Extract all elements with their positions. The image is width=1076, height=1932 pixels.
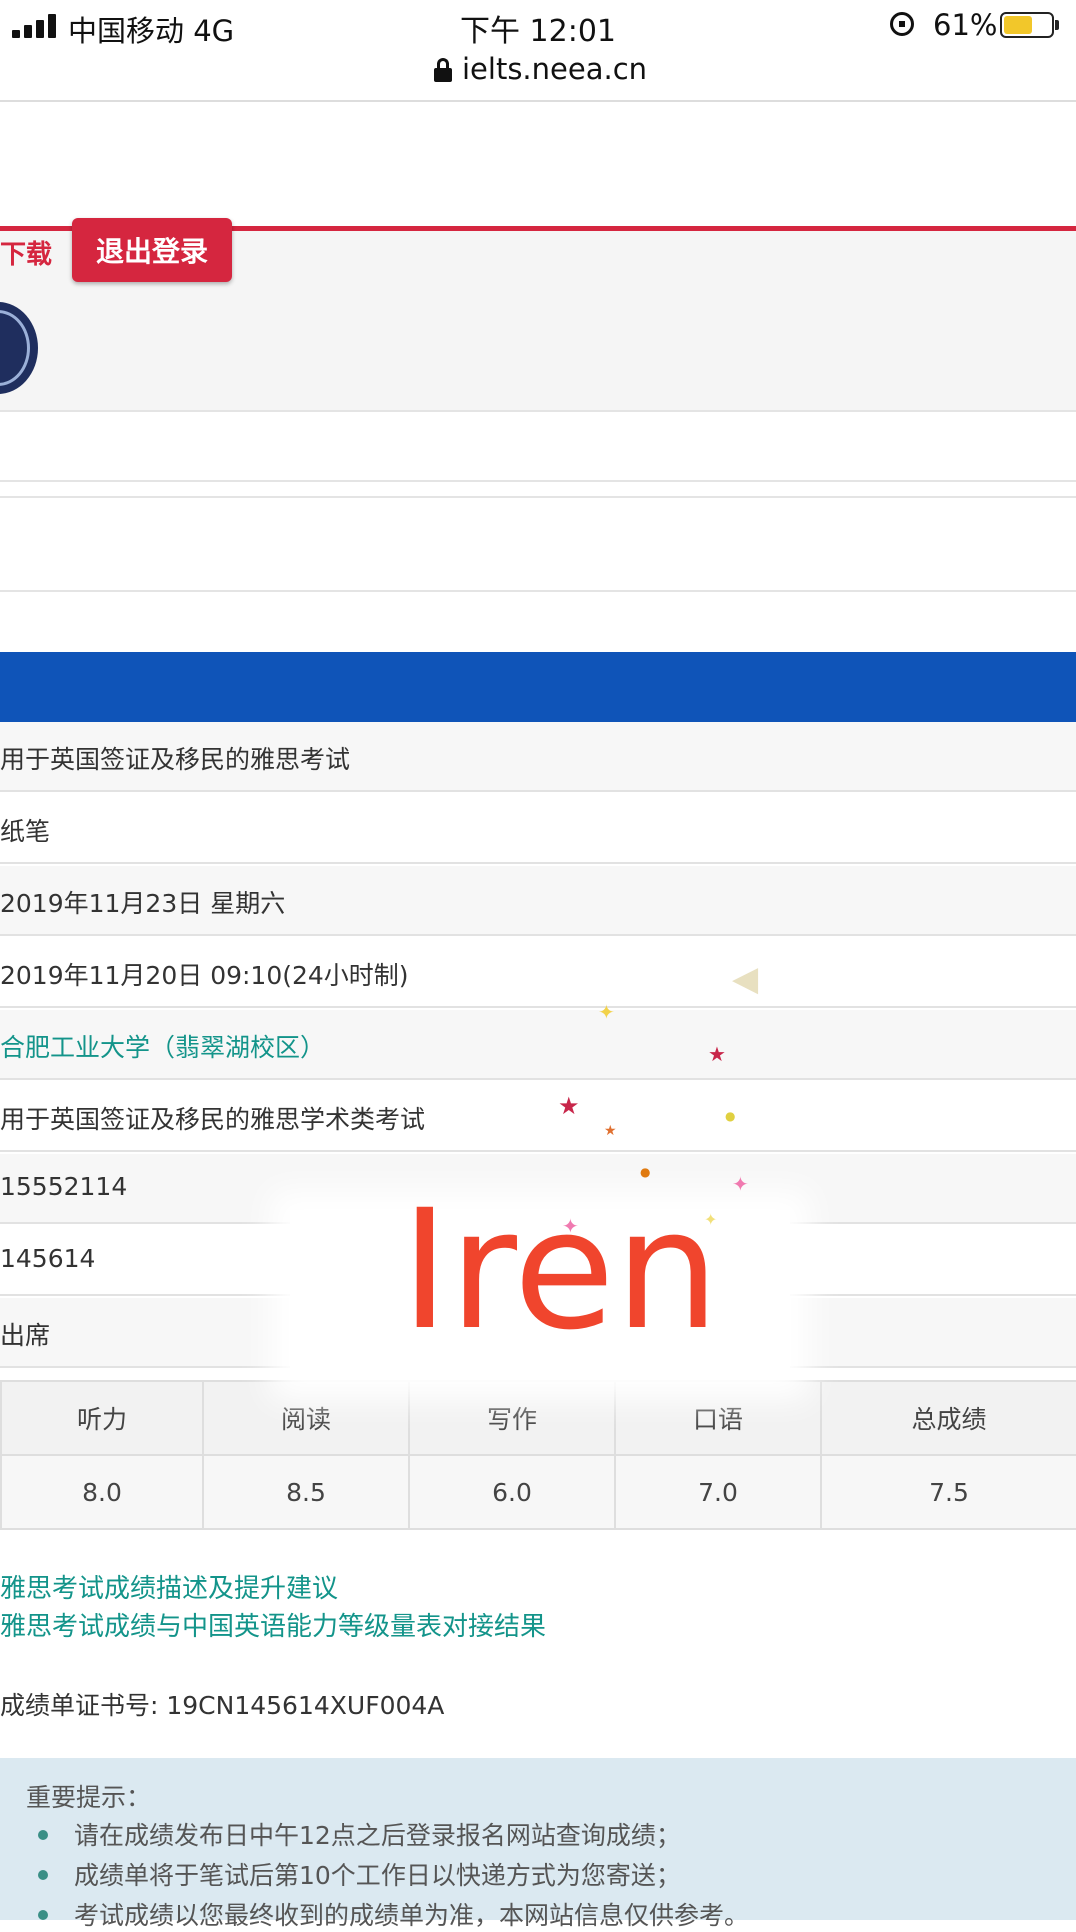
notice-title: 重要提示： (26, 1783, 152, 1812)
dot-icon: ● (725, 1109, 736, 1123)
score-header-writing: 写作 (408, 1380, 616, 1456)
battery-fill (1004, 16, 1032, 34)
score-speaking: 7.0 (614, 1454, 822, 1530)
overlay-watermark-text: Iren (400, 1174, 720, 1366)
score-description-link[interactable]: 雅思考试成绩描述及提升建议 (0, 1568, 338, 1605)
score-table: 听力 阅读 写作 口语 总成绩 8.0 8.5 6.0 7.0 7.5 (0, 1380, 1076, 1530)
info-value: 纸笔 (0, 817, 51, 846)
battery-percent: 61% (933, 8, 998, 42)
download-link[interactable]: 下载 (0, 234, 52, 271)
info-row-test-center: 合肥工业大学（翡翠湖校区） (0, 1010, 1076, 1080)
lock-icon (434, 58, 452, 82)
score-overall: 7.5 (820, 1454, 1076, 1530)
sparkle-icon: ◀ (732, 959, 759, 999)
section-header-band (0, 652, 1076, 722)
info-row-exam-mode: 纸笔 (0, 794, 1076, 864)
info-value: 出席 (0, 1321, 51, 1350)
notice-item: 请在成绩发布日中午12点之后登录报名网站查询成绩； (74, 1821, 681, 1850)
info-value: 145614 (0, 1244, 96, 1273)
rotation-lock-icon (890, 12, 914, 36)
certificate-number: 成绩单证书号: 19CN145614XUF004A (0, 1691, 445, 1720)
score-header-row: 听力 阅读 写作 口语 总成绩 (0, 1380, 1076, 1456)
info-row-speaking-time: 2019年11月20日 09:10(24小时制) (0, 938, 1076, 1008)
notice-item: 成绩单将于笔试后第10个工作日以快递方式为您寄送； (74, 1861, 681, 1890)
test-center-link[interactable]: 合肥工业大学（翡翠湖校区） (0, 1028, 325, 1064)
star-icon: ✦ (562, 1214, 579, 1238)
score-header-speaking: 口语 (614, 1380, 822, 1456)
info-value: 2019年11月23日 星期六 (0, 889, 286, 918)
star-icon: ✦ (732, 1172, 749, 1196)
battery-icon (1000, 12, 1054, 38)
score-header-listening: 听力 (0, 1380, 204, 1456)
score-listening: 8.0 (0, 1454, 204, 1530)
divider (0, 410, 1076, 412)
info-row-exam-date: 2019年11月23日 星期六 (0, 866, 1076, 936)
info-value: 2019年11月20日 09:10(24小时制) (0, 961, 409, 990)
info-row-exam-type: 用于英国签证及移民的雅思考试 (0, 722, 1076, 792)
score-writing: 6.0 (408, 1454, 616, 1530)
divider (0, 480, 1076, 482)
url-text[interactable]: ielts.neea.cn (462, 52, 647, 86)
divider (0, 496, 1076, 498)
address-bar-divider (0, 100, 1076, 102)
star-icon: ✦ (704, 1210, 718, 1229)
logout-button[interactable]: 退出登录 (72, 218, 232, 282)
star-icon: ★ (558, 1092, 580, 1120)
info-row-module: 用于英国签证及移民的雅思学术类考试 (0, 1082, 1076, 1152)
score-value-row: 8.0 8.5 6.0 7.0 7.5 (0, 1454, 1076, 1530)
info-value: 15552114 (0, 1172, 128, 1201)
score-reading: 8.5 (202, 1454, 410, 1530)
bullet-icon (38, 1910, 48, 1920)
bullet-icon (38, 1830, 48, 1840)
score-header-reading: 阅读 (202, 1380, 410, 1456)
status-time: 下午 12:01 (460, 14, 616, 49)
cse-mapping-link[interactable]: 雅思考试成绩与中国英语能力等级量表对接结果 (0, 1606, 546, 1643)
dot-icon: ● (640, 1165, 651, 1179)
score-header-overall: 总成绩 (820, 1380, 1076, 1456)
notice-item: 考试成绩以您最终收到的成绩单为准，本网站信息仅供参考。 (74, 1901, 750, 1930)
bullet-icon (38, 1870, 48, 1880)
divider (0, 590, 1076, 592)
info-value: 用于英国签证及移民的雅思考试 (0, 745, 351, 774)
star-icon: ✦ (598, 1000, 615, 1024)
star-icon: ★ (604, 1123, 617, 1139)
battery-cap (1055, 20, 1059, 30)
star-icon: ★ (708, 1042, 726, 1066)
info-value: 用于英国签证及移民的雅思学术类考试 (0, 1105, 426, 1134)
